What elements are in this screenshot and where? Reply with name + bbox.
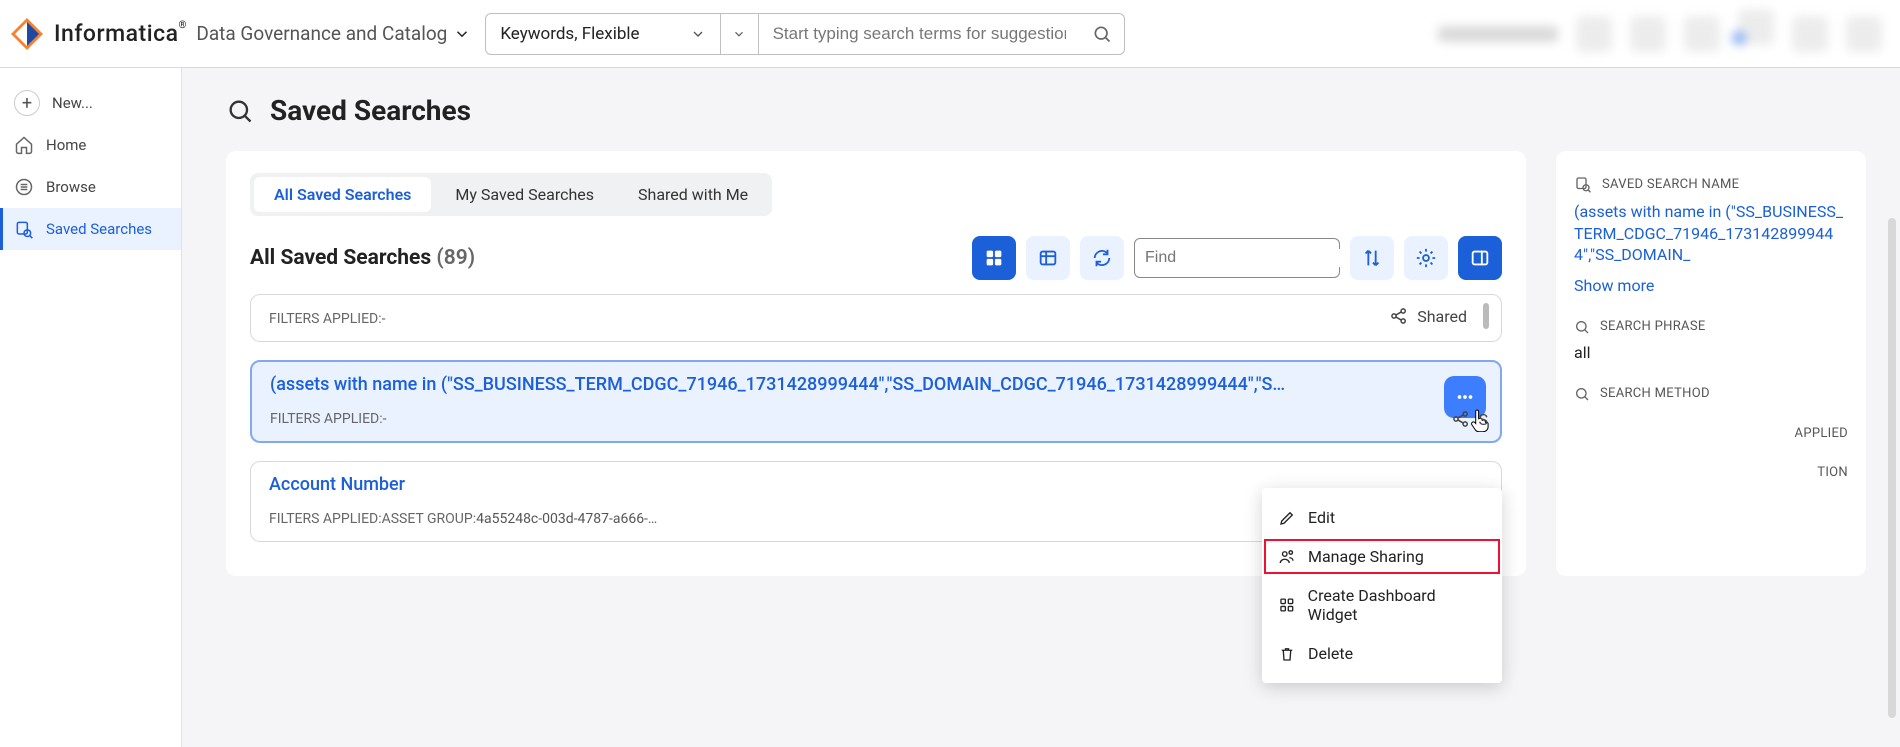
page-title-row: Saved Searches xyxy=(226,94,1866,127)
search-icon xyxy=(226,97,254,125)
section-heading-text: All Saved Searches xyxy=(250,246,431,270)
detail-label-text: SEARCH PHRASE xyxy=(1600,319,1706,334)
shared-label: Shared xyxy=(1417,307,1467,326)
search-icon xyxy=(1574,386,1590,402)
view-table-button[interactable] xyxy=(1026,236,1070,280)
search-scope-extra-toggle[interactable] xyxy=(721,14,759,54)
search-scope-dropdown[interactable]: Keywords, Flexible xyxy=(486,14,720,54)
detail-name-link[interactable]: (assets with name in ("SS_BUSINESS_TERM_… xyxy=(1574,201,1848,266)
saved-search-title[interactable]: (assets with name in ("SS_BUSINESS_TERM_… xyxy=(270,374,1482,395)
sidebar-item-label: Browse xyxy=(46,178,96,196)
detail-label-method: SEARCH METHOD xyxy=(1574,386,1848,402)
card-scroll-indicator xyxy=(1483,303,1489,329)
detail-phrase-value: all xyxy=(1574,343,1848,362)
shared-label: S xyxy=(1479,410,1489,429)
find-input[interactable] xyxy=(1145,249,1352,267)
tab-all-saved-searches[interactable]: All Saved Searches xyxy=(254,177,431,212)
main-content: Saved Searches All Saved Searches My Sav… xyxy=(182,68,1900,747)
card-context-menu: Edit Manage Sharing Create Dashboard Wid… xyxy=(1262,488,1502,683)
shared-indicator: S xyxy=(1451,409,1489,429)
app-header: Informatica® Data Governance and Catalog… xyxy=(0,0,1900,68)
refresh-button[interactable] xyxy=(1080,236,1124,280)
brand-reg: ® xyxy=(178,20,186,31)
header-right-blurred xyxy=(1438,9,1900,59)
sidebar-item-label: Saved Searches xyxy=(46,220,152,238)
global-search: Keywords, Flexible xyxy=(485,13,1125,55)
filters-applied-label: FILTERS APPLIED: xyxy=(269,511,382,527)
pencil-icon xyxy=(1278,509,1296,527)
menu-item-label: Create Dashboard Widget xyxy=(1308,586,1486,624)
detail-label-filters: APPLIED xyxy=(1574,426,1848,441)
menu-item-manage-sharing[interactable]: Manage Sharing xyxy=(1262,537,1502,576)
detail-label-text: SAVED SEARCH NAME xyxy=(1602,177,1739,192)
panel-toolbar: All Saved Searches (89) xyxy=(250,236,1502,280)
detail-label-tion: TION xyxy=(1574,465,1848,480)
product-switch-chevron[interactable] xyxy=(453,25,471,43)
detail-label-phrase: SEARCH PHRASE xyxy=(1574,319,1848,335)
chevron-down-icon xyxy=(690,26,706,42)
saved-search-card[interactable]: (assets with name in ("SS_BUSINESS_TERM_… xyxy=(250,360,1502,443)
detail-label-name: SAVED SEARCH NAME xyxy=(1574,175,1848,193)
brand-logo xyxy=(6,13,48,55)
share-icon xyxy=(1451,409,1471,429)
saved-search-card[interactable]: FILTERS APPLIED:- Shared xyxy=(250,294,1502,342)
sidebar-item-home[interactable]: Home xyxy=(0,124,181,166)
share-icon xyxy=(1389,306,1409,326)
sidebar-item-label: New... xyxy=(52,94,93,112)
tab-my-saved-searches[interactable]: My Saved Searches xyxy=(435,177,614,212)
menu-item-delete[interactable]: Delete xyxy=(1262,634,1502,673)
sidebar-item-browse[interactable]: Browse xyxy=(0,166,181,208)
menu-item-label: Manage Sharing xyxy=(1308,547,1424,566)
filters-applied-label: FILTERS APPLIED: xyxy=(269,311,382,327)
sidebar-item-label: Home xyxy=(46,136,86,154)
search-scope-value: Keywords, Flexible xyxy=(500,24,639,44)
tabs: All Saved Searches My Saved Searches Sha… xyxy=(250,173,772,216)
menu-item-edit[interactable]: Edit xyxy=(1262,498,1502,537)
view-grid-button[interactable] xyxy=(972,236,1016,280)
tab-shared-with-me[interactable]: Shared with Me xyxy=(618,177,768,212)
trash-icon xyxy=(1278,645,1296,663)
sidebar: + New... Home Browse Saved Searches xyxy=(0,68,182,747)
menu-item-create-dashboard-widget[interactable]: Create Dashboard Widget xyxy=(1262,576,1502,634)
filters-applied-value: - xyxy=(382,311,386,327)
details-panel: SAVED SEARCH NAME (assets with name in (… xyxy=(1556,151,1866,576)
panel-toggle-button[interactable] xyxy=(1458,236,1502,280)
filters-applied-value: - xyxy=(383,411,387,427)
widget-icon xyxy=(1278,596,1296,614)
page-title: Saved Searches xyxy=(270,94,471,127)
shared-indicator: Shared xyxy=(1389,303,1489,329)
sidebar-item-saved-searches[interactable]: Saved Searches xyxy=(0,208,181,250)
sort-button[interactable] xyxy=(1350,236,1394,280)
saved-search-icon xyxy=(1574,175,1592,193)
filters-applied-value: 4a55248c-003d-4787-a666-… xyxy=(476,511,657,527)
find-box[interactable] xyxy=(1134,238,1340,278)
scrollbar[interactable] xyxy=(1888,218,1896,718)
section-count: (89) xyxy=(436,246,475,270)
search-icon[interactable] xyxy=(1080,24,1124,44)
detail-label-text: APPLIED xyxy=(1795,426,1848,441)
asset-group-label: ASSET GROUP: xyxy=(382,511,477,527)
brand-name: Informatica xyxy=(54,20,178,47)
product-name: Data Governance and Catalog xyxy=(196,22,447,45)
settings-button[interactable] xyxy=(1404,236,1448,280)
saved-search-icon xyxy=(14,219,34,239)
detail-label-text: SEARCH METHOD xyxy=(1600,386,1710,401)
section-heading: All Saved Searches (89) xyxy=(250,246,962,270)
search-icon xyxy=(1574,319,1590,335)
sidebar-item-new[interactable]: + New... xyxy=(0,82,181,124)
menu-item-label: Delete xyxy=(1308,644,1353,663)
global-search-input[interactable] xyxy=(759,24,1081,44)
filters-applied-label: FILTERS APPLIED: xyxy=(270,411,383,427)
browse-icon xyxy=(14,177,34,197)
home-icon xyxy=(14,135,34,155)
people-icon xyxy=(1278,548,1296,566)
detail-label-text: TION xyxy=(1817,465,1848,480)
show-more-link[interactable]: Show more xyxy=(1574,276,1848,295)
menu-item-label: Edit xyxy=(1308,508,1335,527)
plus-icon: + xyxy=(14,90,40,116)
